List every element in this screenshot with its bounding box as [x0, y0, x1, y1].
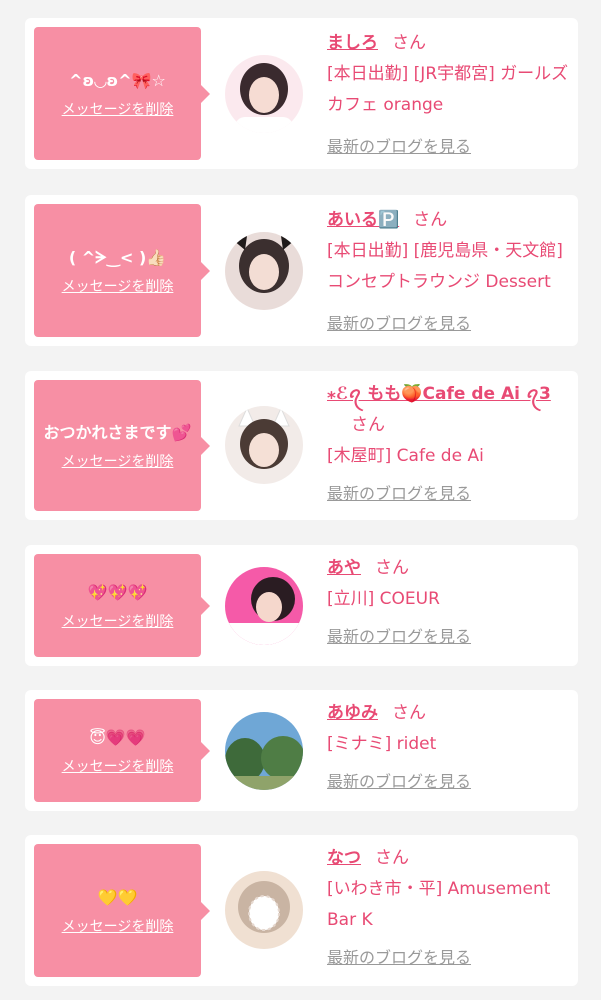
delete-message-link[interactable]: メッセージを削除 [62, 99, 174, 119]
avatar-photo [225, 871, 303, 949]
message-card: ( ^ᗒ‿< )👍🏻 メッセージを削除 あいる🅿️ さん [本日出勤] [鹿児島県… [25, 195, 578, 346]
shop-info: [本日出勤] [鹿児島県・天文館] コンセプトラウンジ Dessert [327, 241, 563, 292]
girl-info: なつ さん [いわき市・平] Amusement Bar K 最新のブログを見る [327, 843, 575, 974]
message-text: 😇💗💗 [89, 727, 146, 747]
girl-info: ⁎ℰꪖ もも🍑Cafe de Ai ꪖ3 さん [木屋町] Cafe de Ai… [327, 379, 575, 510]
avatar-photo [225, 232, 303, 310]
latest-blog-link[interactable]: 最新のブログを見る [327, 766, 471, 797]
avatar[interactable] [225, 712, 303, 790]
shop-info: [本日出勤] [JR宇都宮] ガールズカフェ orange [327, 64, 569, 115]
latest-blog-link[interactable]: 最新のブログを見る [327, 478, 471, 509]
message-card: 😇💗💗 メッセージを削除 あゆみ さん [ミナミ] ridet 最新のブログを見る [25, 690, 578, 811]
latest-blog-link[interactable]: 最新のブログを見る [327, 308, 471, 339]
shop-info: [ミナミ] ridet [327, 734, 437, 754]
message-text: ( ^ᗒ‿< )👍🏻 [68, 247, 167, 267]
message-bubble: ( ^ᗒ‿< )👍🏻 メッセージを削除 [34, 204, 210, 337]
avatar-photo [225, 712, 303, 790]
message-text: ^ʚ◡ʚ^🎀☆ [69, 70, 166, 90]
honorific: さん [351, 415, 385, 435]
message-bubble: 💖💖💖 メッセージを削除 [34, 554, 210, 657]
latest-blog-link[interactable]: 最新のブログを見る [327, 942, 471, 973]
avatar[interactable] [225, 406, 303, 484]
girl-name-link[interactable]: あや [327, 558, 361, 578]
message-text: 💛💛 [97, 887, 138, 907]
girl-name-link[interactable]: なつ [327, 848, 361, 868]
avatar-photo [225, 406, 303, 484]
message-bubble: 💛💛 メッセージを削除 [34, 844, 210, 977]
message-card: 💖💖💖 メッセージを削除 あや さん [立川] COEUR 最新のブログを見る [25, 545, 578, 666]
delete-message-link[interactable]: メッセージを削除 [62, 276, 174, 296]
avatar-photo [225, 567, 303, 645]
message-card: 💛💛 メッセージを削除 なつ さん [いわき市・平] Amusement Bar … [25, 835, 578, 986]
latest-blog-link[interactable]: 最新のブログを見る [327, 621, 471, 652]
avatar[interactable] [225, 232, 303, 310]
honorific: さん [375, 558, 409, 578]
girl-info: ましろ さん [本日出勤] [JR宇都宮] ガールズカフェ orange 最新のブ… [327, 28, 575, 163]
message-card: ^ʚ◡ʚ^🎀☆ メッセージを削除 ましろ さん [本日出勤] [JR宇都宮] ガー… [25, 18, 578, 169]
shop-info: [木屋町] Cafe de Ai [327, 446, 484, 466]
honorific: さん [392, 703, 426, 723]
girl-name-link[interactable]: ⁎ℰꪖ もも🍑Cafe de Ai ꪖ3 [327, 384, 551, 404]
honorific: さん [413, 210, 448, 230]
girl-name-link[interactable]: あいる🅿️ [327, 210, 399, 230]
honorific: さん [375, 848, 409, 868]
delete-message-link[interactable]: メッセージを削除 [62, 451, 174, 471]
honorific: さん [392, 33, 426, 53]
message-text: おつかれさまです💕 [43, 422, 192, 442]
message-bubble: 😇💗💗 メッセージを削除 [34, 699, 210, 802]
message-card: おつかれさまです💕 メッセージを削除 ⁎ℰꪖ もも🍑Cafe de Ai ꪖ3 … [25, 371, 578, 520]
girl-info: あや さん [立川] COEUR 最新のブログを見る [327, 553, 575, 653]
latest-blog-link[interactable]: 最新のブログを見る [327, 131, 471, 162]
girl-name-link[interactable]: ましろ [327, 33, 378, 53]
delete-message-link[interactable]: メッセージを削除 [62, 756, 174, 776]
message-bubble: おつかれさまです💕 メッセージを削除 [34, 380, 210, 511]
avatar[interactable] [225, 567, 303, 645]
girl-info: あゆみ さん [ミナミ] ridet 最新のブログを見る [327, 698, 575, 798]
avatar-photo [225, 55, 303, 133]
avatar[interactable] [225, 871, 303, 949]
delete-message-link[interactable]: メッセージを削除 [62, 916, 174, 936]
avatar[interactable] [225, 55, 303, 133]
message-text: 💖💖💖 [87, 582, 148, 602]
girl-name-link[interactable]: あゆみ [327, 703, 378, 723]
shop-info: [立川] COEUR [327, 589, 440, 609]
girl-info: あいる🅿️ さん [本日出勤] [鹿児島県・天文館] コンセプトラウンジ Dess… [327, 205, 575, 340]
delete-message-link[interactable]: メッセージを削除 [62, 611, 174, 631]
shop-info: [いわき市・平] Amusement Bar K [327, 879, 551, 930]
message-bubble: ^ʚ◡ʚ^🎀☆ メッセージを削除 [34, 27, 210, 160]
